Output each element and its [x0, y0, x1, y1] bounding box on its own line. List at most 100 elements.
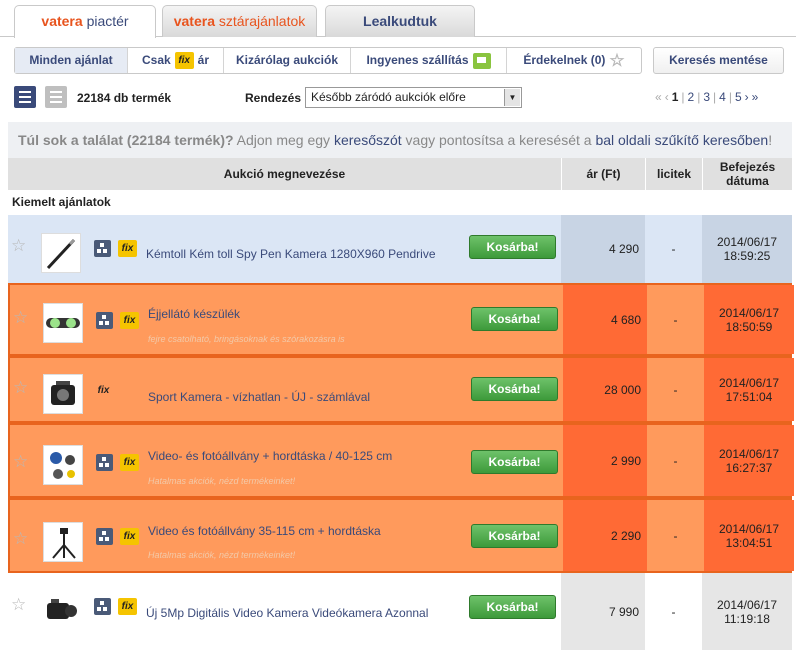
first-page-link[interactable]: « [655, 90, 662, 104]
product-title-link[interactable]: Video és fotóállvány 35-115 cm + hordtás… [148, 524, 381, 538]
sort-select[interactable]: Később záródó aukciók előre ▼ [305, 87, 522, 108]
tab-lealkudtuk[interactable]: Lealkudtuk [325, 5, 475, 37]
filter-interested-button[interactable]: Érdekelnek (0) ☆ [507, 48, 641, 73]
end-date: 2014/06/17 [718, 446, 780, 461]
product-subtitle: Hatalmas akciók, nézd termékeinket! [148, 550, 296, 560]
add-to-cart-button[interactable]: Kosárba! [469, 595, 556, 619]
add-to-cart-button[interactable]: Kosárba! [471, 377, 558, 401]
list-view-icon [19, 91, 31, 93]
pen-image [46, 238, 76, 270]
list-view-button[interactable] [14, 86, 36, 108]
col-price-header[interactable]: ár (Ft) [561, 158, 645, 190]
page-link[interactable]: 5 [735, 90, 742, 104]
product-title-link[interactable]: Új 5Mp Digitális Video Kamera Videókamer… [146, 606, 428, 620]
end-date: 2014/06/17 [716, 235, 778, 249]
favorite-star-icon[interactable]: ☆ [13, 452, 28, 472]
product-thumbnail[interactable] [41, 233, 81, 273]
favorite-star-icon[interactable]: ☆ [13, 308, 28, 328]
col-end-header-line1: Befejezés [719, 160, 776, 174]
col-bids-header[interactable]: licitek [645, 158, 702, 190]
favorite-star-icon[interactable]: ☆ [13, 378, 28, 398]
tab-brand: vatera [173, 13, 215, 29]
add-to-cart-button[interactable]: Kosárba! [471, 524, 558, 548]
bids-cell: - [673, 382, 678, 397]
fix-price-icon: fix [174, 52, 194, 69]
row-main-cell: ☆ fix Kémtoll Kém toll Spy Pen Kamera 12… [8, 215, 561, 283]
category-icon[interactable] [96, 312, 113, 329]
page-link[interactable]: 4 [719, 90, 726, 104]
grid-view-button[interactable] [45, 86, 67, 108]
filter-free-shipping-label: Ingyenes szállítás [366, 53, 469, 67]
favorite-star-icon[interactable]: ☆ [11, 595, 26, 615]
col-end-header[interactable]: Befejezés dátuma [702, 158, 792, 190]
page-link-current[interactable]: 1 [672, 90, 679, 104]
product-thumbnail[interactable] [43, 522, 83, 562]
product-title-link[interactable]: Video- és fotóállvány + hordtáska / 40-1… [148, 449, 392, 463]
fix-price-icon: fix [118, 598, 137, 615]
favorite-star-icon[interactable]: ☆ [11, 236, 26, 256]
page-link[interactable]: 3 [703, 90, 710, 104]
star-outline-icon: ☆ [609, 51, 625, 70]
product-title-link[interactable]: Sport Kamera - vízhatlan - ÚJ - számláva… [148, 390, 370, 404]
category-icon[interactable] [96, 528, 113, 545]
product-thumbnail[interactable] [43, 445, 83, 485]
notice-bold: Túl sok a találat (22184 termék)? [18, 132, 234, 148]
product-thumbnail[interactable] [43, 303, 83, 343]
tab-label: sztárajánlatok [218, 13, 306, 29]
table-row: ☆ fix Video és fotóállvány 35-115 cm + h… [8, 498, 794, 573]
tab-piacter[interactable]: vatera piactér [14, 5, 156, 38]
last-page-link[interactable]: » [752, 90, 759, 104]
next-page-link[interactable]: › [745, 90, 749, 104]
prev-page-link[interactable]: ‹ [665, 90, 669, 104]
pager-separator: | [681, 90, 685, 104]
sport-camera-image [51, 381, 75, 405]
sidebar-search-link[interactable]: bal oldali szűkítő keresőben [595, 132, 768, 148]
category-icon[interactable] [94, 598, 111, 615]
tripod-kit-image [50, 452, 75, 479]
table-row: ☆ fix Video- és fotóállvány + hordtáska … [8, 423, 794, 498]
fix-price-icon: fix [120, 454, 139, 471]
fix-price-icon: fix [97, 385, 110, 396]
price-cell: 2 990 [563, 425, 647, 496]
dropdown-arrow-icon[interactable]: ▼ [504, 89, 520, 106]
row-main-cell: ☆ fix Video és fotóállvány 35-115 cm + h… [10, 500, 563, 571]
col-name-header[interactable]: Aukció megnevezése [8, 158, 561, 190]
category-icon[interactable] [96, 454, 113, 471]
end-date-cell: 2014/06/17 18:59:25 [702, 215, 792, 283]
tab-label: piactér [86, 13, 129, 29]
table-row: ☆ fix Éjjellátó készülék fejre csatolhat… [8, 283, 794, 356]
row-main-cell: ☆ fix Sport Kamera - vízhatlan - ÚJ - sz… [10, 358, 563, 421]
favorite-star-icon[interactable]: ☆ [13, 529, 28, 549]
page-link[interactable]: 2 [688, 90, 695, 104]
product-thumbnail[interactable] [41, 591, 81, 631]
product-title-link[interactable]: Éjjellátó készülék [148, 307, 240, 321]
filter-all-button[interactable]: Minden ajánlat [15, 48, 128, 73]
pager-separator: | [713, 90, 717, 104]
grid-view-icon [50, 91, 62, 93]
add-to-cart-button[interactable]: Kosárba! [471, 307, 558, 331]
product-title-link[interactable]: Kémtoll Kém toll Spy Pen Kamera 1280X960… [146, 247, 436, 261]
product-subtitle: Hatalmas akciók, nézd termékeinket! [148, 476, 296, 486]
keyword-link[interactable]: keresőszót [334, 132, 402, 148]
filter-auction-button[interactable]: Kizárólag aukciók [224, 48, 351, 73]
end-time: 18:50:59 [725, 319, 773, 334]
table-header: Aukció megnevezése ár (Ft) licitek Befej… [8, 158, 792, 190]
end-date: 2014/06/17 [716, 597, 778, 612]
save-search-button[interactable]: Keresés mentése [653, 47, 784, 74]
col-end-header-line2: dátuma [726, 174, 769, 188]
end-date-cell: 2014/06/17 16:27:37 [704, 425, 794, 496]
too-many-results-notice: Túl sok a találat (22184 termék)? Adjon … [8, 122, 792, 158]
sort-value: Később záródó aukciók előre [311, 90, 466, 104]
product-thumbnail[interactable] [43, 374, 83, 414]
category-icon[interactable] [94, 240, 111, 257]
add-to-cart-button[interactable]: Kosárba! [469, 235, 556, 259]
table-row: ☆ fix Sport Kamera - vízhatlan - ÚJ - sz… [8, 356, 794, 423]
add-to-cart-button[interactable]: Kosárba! [471, 450, 558, 474]
price-cell: 4 290 [561, 215, 645, 283]
end-time: 18:59:25 [723, 249, 771, 263]
end-time: 11:19:18 [724, 611, 770, 626]
pager-separator: | [728, 90, 732, 104]
tab-sztarajanlatok[interactable]: vatera sztárajánlatok [162, 5, 317, 37]
filter-free-shipping-button[interactable]: Ingyenes szállítás [351, 48, 507, 73]
filter-fix-price-button[interactable]: Csak fix ár [128, 48, 224, 73]
